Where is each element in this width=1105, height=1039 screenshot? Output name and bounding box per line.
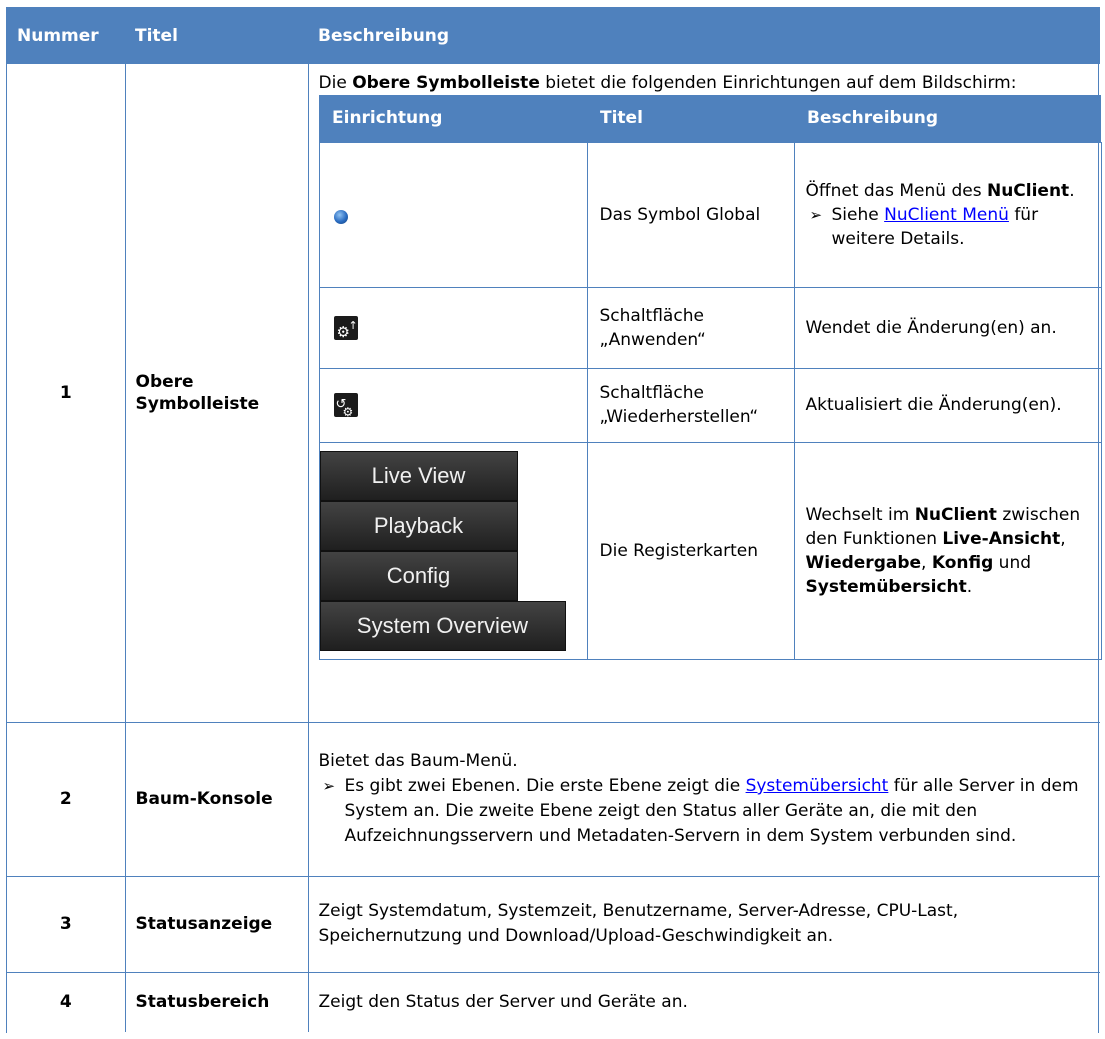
inner-header-description: Beschreibung [794, 95, 1101, 142]
globe-icon [333, 209, 348, 224]
facility-cell: Live View Playback Config System Overvie… [318, 441, 588, 660]
desc-text: und [993, 552, 1032, 573]
header-title: Titel [125, 7, 308, 64]
facility-description: Wendet die Änderung(en) an. [793, 286, 1102, 369]
row-number: 2 [7, 722, 126, 877]
bullet-text: Es gibt zwei Ebenen. Die erste Ebene zei… [344, 776, 746, 796]
inner-header-title: Titel [587, 95, 794, 142]
arrow-bullet-icon: ➢ [809, 205, 823, 224]
toolbar-facilities-table: Einrichtung Titel Beschreibung Das Symbo… [318, 95, 1102, 660]
desc-bold: Konfig [931, 552, 994, 573]
row-title: Obere Symbolleiste [125, 64, 309, 723]
facility-cell: ⚙ ↑ [318, 286, 588, 369]
bullet-item: ➢ Siehe NuClient Menü für weitere Details… [806, 203, 1093, 251]
intro-text: Die [318, 73, 353, 93]
bullet-item: ➢ Es gibt zwei Ebenen. Die erste Ebene ze… [319, 774, 1093, 849]
facility-title: Die Registerkarten [586, 441, 795, 660]
desc-bold: NuClient [914, 504, 997, 525]
tab-config[interactable]: Config [319, 550, 518, 601]
table-row: 3 Statusanzeige Zeigt Systemdatum, Syste… [7, 876, 1100, 973]
desc-bold: Systemübersicht [805, 576, 967, 597]
row-description: Zeigt den Status der Server und Geräte a… [318, 991, 688, 1012]
row-description: Bietet das Baum-Menü. ➢ Es gibt zwei Eben… [308, 722, 1100, 877]
bullet-text: Siehe [831, 204, 885, 225]
intro-text-end: bietet die folgenden Einrichtungen auf d… [539, 73, 1017, 93]
tab-live-view[interactable]: Live View [319, 450, 518, 501]
header-number: Nummer [7, 7, 125, 64]
desc-bold: Live-Ansicht [942, 528, 1061, 549]
tab-playback[interactable]: Playback [319, 500, 518, 551]
desc-bold: NuClient [986, 180, 1070, 201]
inner-header: Einrichtung Titel Beschreibung [319, 95, 1101, 142]
table-row: 4 Statusbereich Zeigt den Status der Ser… [7, 972, 1100, 1032]
arrow-bullet-icon: ➢ [322, 777, 336, 795]
toolbar-intro: Die Obere Symbolleiste bietet die folgen… [309, 64, 1101, 95]
row-description: Die Obere Symbolleiste bietet die folgen… [308, 64, 1102, 723]
row-title: Baum-Konsole [125, 722, 309, 877]
facility-description: Aktualisiert die Änderung(en). [793, 367, 1102, 443]
facility-description: Öffnet das Menü des NuClient. ➢ Siehe NuC… [793, 141, 1102, 288]
facility-title: Schaltfläche „Anwenden“ [586, 286, 795, 369]
row-description: Zeigt Systemdatum, Systemzeit, Benutzern… [308, 876, 1100, 973]
facility-title: Das Symbol Global [586, 141, 795, 288]
intro-bold: Obere Symbolleiste [352, 73, 540, 93]
tab-system-overview[interactable]: System Overview [319, 600, 566, 651]
facility-cell: ↺ ⚙ [318, 367, 588, 443]
row-number: 1 [7, 64, 126, 723]
row-number: 3 [7, 876, 126, 973]
inner-row-tabs: Live View Playback Config System Overvie… [318, 441, 1102, 660]
system-overview-link[interactable]: Systemübersicht [746, 776, 889, 796]
row-title: Statusanzeige [125, 876, 309, 973]
desc-bold: Wiedergabe [805, 552, 922, 573]
desc-text: , [921, 552, 932, 573]
feature-table: Nummer Titel Beschreibung 1 Obere Symbol… [6, 7, 1102, 1033]
facility-cell [318, 141, 588, 288]
tab-buttons: Live View Playback Config System Overvie… [319, 447, 587, 655]
nuclient-menu-link[interactable]: NuClient Menü [884, 205, 1009, 225]
table-row: 2 Baum-Konsole Bietet das Baum-Menü. ➢ Es… [7, 722, 1100, 877]
row-number: 4 [7, 972, 126, 1032]
desc-text: Wechselt im [805, 504, 915, 525]
restore-settings-icon: ↺ ⚙ [333, 393, 358, 419]
apply-settings-icon: ⚙ ↑ [333, 315, 358, 341]
desc-text-end: . [1069, 180, 1075, 201]
inner-row-apply: ⚙ ↑ Schaltfläche „Anwenden“ Wendet die Än… [318, 286, 1102, 369]
row-title: Statusbereich [125, 972, 309, 1032]
header-description: Beschreibung [308, 7, 1100, 64]
inner-header-facility: Einrichtung [319, 95, 587, 142]
inner-row-restore: ↺ ⚙ Schaltfläche „Wiederherstellen“ Aktua… [318, 367, 1102, 443]
table-row: 1 Obere Symbolleiste Die Obere Symbollei… [7, 64, 1102, 723]
desc-text: Bietet das Baum-Menü. [318, 751, 518, 771]
inner-row-global: Das Symbol Global Öffnet das Menü des Nu… [318, 141, 1102, 288]
facility-title: Schaltfläche „Wiederherstellen“ [586, 367, 795, 443]
facility-description: Wechselt im NuClient zwischen den Funkti… [793, 441, 1102, 660]
desc-text: . [966, 576, 973, 597]
desc-text: , [1060, 528, 1066, 549]
main-table: Nummer Titel Beschreibung 1 Obere Symbol… [7, 7, 1102, 1032]
table-header: Nummer Titel Beschreibung [7, 7, 1100, 64]
desc-text: Öffnet das Menü des [805, 180, 987, 201]
